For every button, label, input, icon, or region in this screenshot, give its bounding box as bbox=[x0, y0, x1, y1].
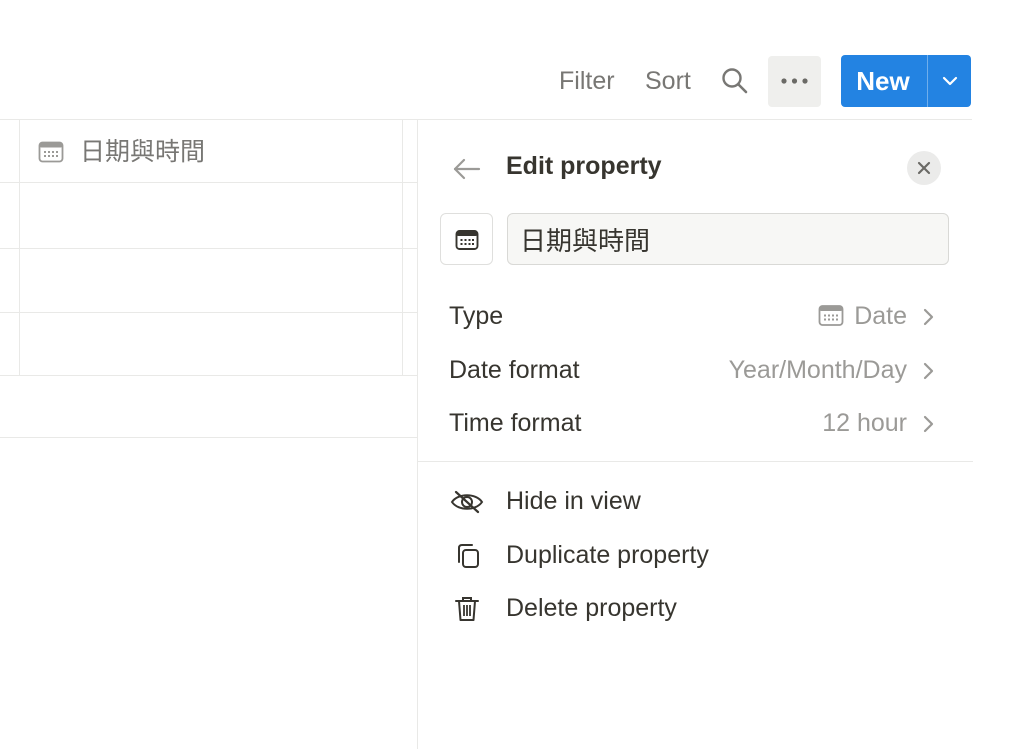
more-options-button[interactable] bbox=[768, 56, 821, 107]
close-button[interactable] bbox=[907, 151, 941, 185]
calendar-icon bbox=[455, 230, 479, 250]
table-footer-divider bbox=[0, 437, 417, 438]
sort-button[interactable]: Sort bbox=[645, 54, 691, 108]
new-dropdown-button[interactable] bbox=[929, 55, 971, 107]
chevron-down-icon bbox=[942, 76, 958, 86]
panel-title: Edit property bbox=[506, 152, 662, 180]
setting-value-text: Date bbox=[854, 302, 907, 330]
search-icon[interactable] bbox=[720, 66, 750, 96]
time-format-setting[interactable]: Time format 12 hour bbox=[418, 398, 973, 448]
setting-label: Date format bbox=[449, 356, 580, 384]
eye-off-icon bbox=[450, 490, 484, 514]
date-format-setting[interactable]: Date format Year/Month/Day bbox=[418, 345, 973, 395]
edit-property-panel: Edit property Type bbox=[417, 120, 973, 749]
table-row[interactable] bbox=[20, 313, 402, 375]
delete-property-button[interactable]: Delete property bbox=[418, 584, 973, 632]
property-name-input[interactable] bbox=[507, 213, 949, 265]
setting-value: Date bbox=[818, 291, 907, 341]
panel-divider bbox=[418, 461, 973, 462]
database-toolbar: Filter Sort New bbox=[0, 54, 972, 108]
new-button[interactable]: New bbox=[841, 55, 925, 107]
column-header-label: 日期與時間 bbox=[80, 138, 206, 166]
table-row[interactable] bbox=[20, 183, 402, 248]
setting-label: Type bbox=[449, 302, 504, 330]
chevron-right-icon bbox=[923, 415, 934, 433]
duplicate-property-button[interactable]: Duplicate property bbox=[418, 531, 973, 579]
chevron-right-icon bbox=[923, 362, 934, 380]
database-table: 日期與時間 bbox=[0, 120, 417, 440]
calendar-icon bbox=[818, 304, 844, 326]
close-icon bbox=[917, 161, 931, 175]
arrow-left-icon[interactable] bbox=[452, 156, 482, 182]
trash-icon bbox=[455, 597, 479, 621]
table-row-divider bbox=[0, 375, 417, 376]
setting-label: Time format bbox=[449, 409, 582, 437]
setting-value: Year/Month/Day bbox=[728, 356, 907, 384]
property-icon-button[interactable] bbox=[440, 213, 493, 265]
table-row[interactable] bbox=[20, 249, 402, 312]
hide-in-view-button[interactable]: Hide in view bbox=[418, 477, 973, 525]
chevron-right-icon bbox=[923, 308, 934, 326]
calendar-icon bbox=[38, 141, 64, 163]
action-label: Hide in view bbox=[506, 487, 641, 515]
action-label: Duplicate property bbox=[506, 541, 709, 569]
type-setting[interactable]: Type Date bbox=[418, 291, 973, 341]
setting-value: 12 hour bbox=[822, 409, 907, 437]
action-label: Delete property bbox=[506, 594, 677, 622]
filter-button[interactable]: Filter bbox=[559, 54, 615, 108]
new-button-group: New bbox=[841, 55, 971, 107]
more-horizontal-icon bbox=[781, 78, 808, 84]
new-button-separator bbox=[927, 55, 928, 107]
duplicate-icon bbox=[458, 544, 479, 568]
